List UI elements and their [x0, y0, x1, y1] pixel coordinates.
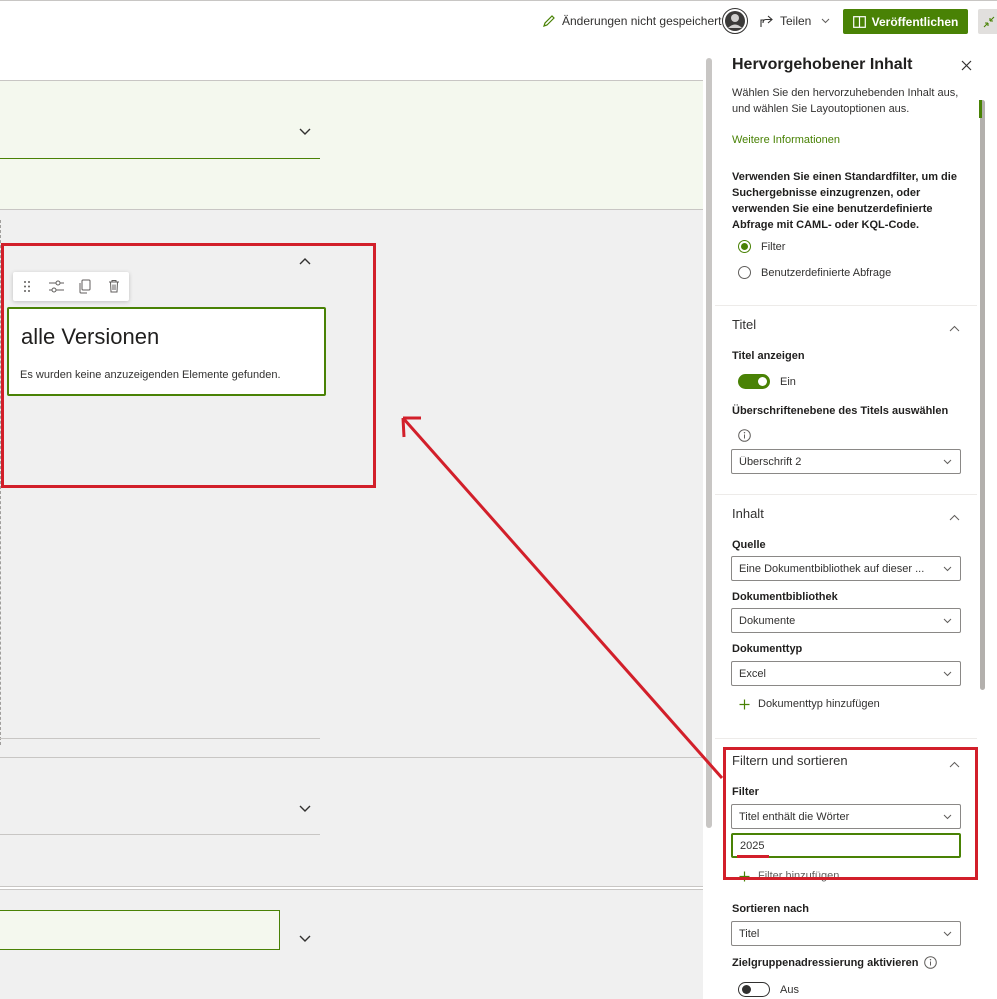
annotation-arrow [401, 416, 724, 779]
